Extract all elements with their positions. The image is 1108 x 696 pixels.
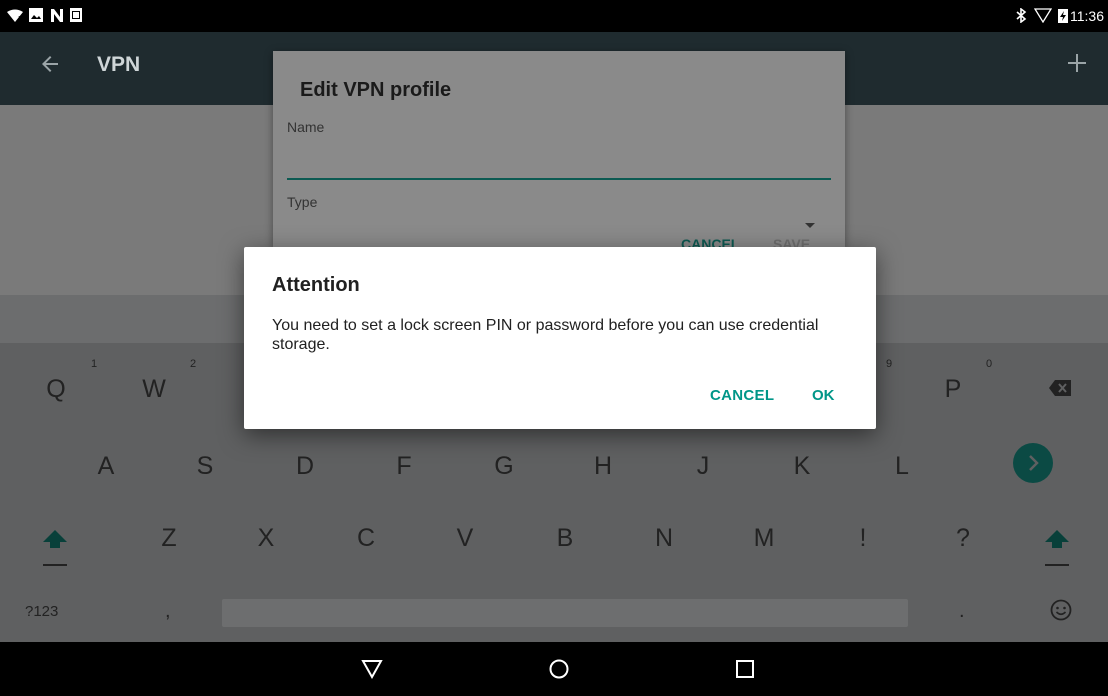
edit-vpn-profile-dialog: Edit VPN profile Name Type CANCEL SAVE <box>273 51 845 247</box>
key-m[interactable]: M <box>734 524 794 553</box>
key-hint-0: 0 <box>986 358 993 370</box>
dialog-title: Edit VPN profile <box>300 79 452 101</box>
type-dropdown-caret-icon[interactable] <box>805 223 815 228</box>
key-question[interactable]: ? <box>933 524 993 553</box>
signal-icon <box>1034 8 1052 23</box>
n-notification-icon <box>51 9 63 22</box>
key-s[interactable]: S <box>175 452 235 481</box>
key-f[interactable]: F <box>374 452 434 481</box>
name-input[interactable] <box>287 146 831 178</box>
key-space[interactable] <box>222 599 908 627</box>
key-q[interactable]: Q <box>26 375 86 404</box>
ok-button[interactable]: OK <box>812 387 835 404</box>
nav-back-icon[interactable] <box>361 659 383 679</box>
key-w[interactable]: W <box>124 375 184 404</box>
key-hint-2: 2 <box>190 358 197 370</box>
attention-message: You need to set a lock screen PIN or pas… <box>272 317 819 353</box>
image-icon <box>29 8 43 22</box>
page-title: VPN <box>97 53 141 76</box>
status-bar: ? 11:36 <box>0 0 1108 32</box>
key-a[interactable]: A <box>76 452 136 481</box>
key-c[interactable]: C <box>336 524 396 553</box>
cancel-button[interactable]: CANCEL <box>710 387 774 404</box>
key-g[interactable]: G <box>474 452 534 481</box>
name-label: Name <box>287 119 325 135</box>
status-time: 11:36 <box>1070 8 1104 24</box>
key-k[interactable]: K <box>772 452 832 481</box>
emoji-icon[interactable] <box>1050 599 1072 621</box>
key-n[interactable]: N <box>634 524 694 553</box>
battery-charging-icon <box>1058 9 1068 23</box>
key-symbols[interactable]: ?123 <box>25 603 58 620</box>
key-exclamation[interactable]: ! <box>833 524 893 553</box>
back-arrow-icon[interactable] <box>38 52 62 76</box>
key-p[interactable]: P <box>923 375 983 404</box>
key-comma[interactable]: , <box>165 600 171 623</box>
name-input-underline <box>287 178 831 180</box>
vpn-save-button[interactable]: SAVE <box>773 237 810 247</box>
enter-icon[interactable] <box>1013 443 1053 483</box>
key-period[interactable]: . <box>959 600 965 623</box>
key-hint-1: 1 <box>91 358 98 370</box>
key-d[interactable]: D <box>275 452 335 481</box>
nav-home-icon[interactable] <box>549 659 569 679</box>
shift-icon[interactable] <box>1042 528 1072 568</box>
key-b[interactable]: B <box>535 524 595 553</box>
vpn-cancel-button[interactable]: CANCEL <box>681 237 739 247</box>
key-x[interactable]: X <box>236 524 296 553</box>
key-hint-9: 9 <box>886 358 893 370</box>
shift-icon[interactable] <box>40 528 70 568</box>
plus-icon[interactable] <box>1066 52 1088 74</box>
attention-title: Attention <box>272 274 360 296</box>
bluetooth-icon <box>1016 8 1027 23</box>
key-v[interactable]: V <box>435 524 495 553</box>
key-l[interactable]: L <box>872 452 932 481</box>
key-h[interactable]: H <box>573 452 633 481</box>
backspace-icon[interactable] <box>1048 379 1072 397</box>
attention-dialog: Attention You need to set a lock screen … <box>244 247 876 429</box>
wifi-question-icon: ? <box>7 9 23 23</box>
key-j[interactable]: J <box>673 452 733 481</box>
svg-text:?: ? <box>18 15 22 23</box>
type-label: Type <box>287 194 318 210</box>
navigation-bar <box>0 642 1108 696</box>
sd-card-icon <box>70 8 82 22</box>
nav-recents-icon[interactable] <box>735 659 755 679</box>
key-z[interactable]: Z <box>139 524 199 553</box>
